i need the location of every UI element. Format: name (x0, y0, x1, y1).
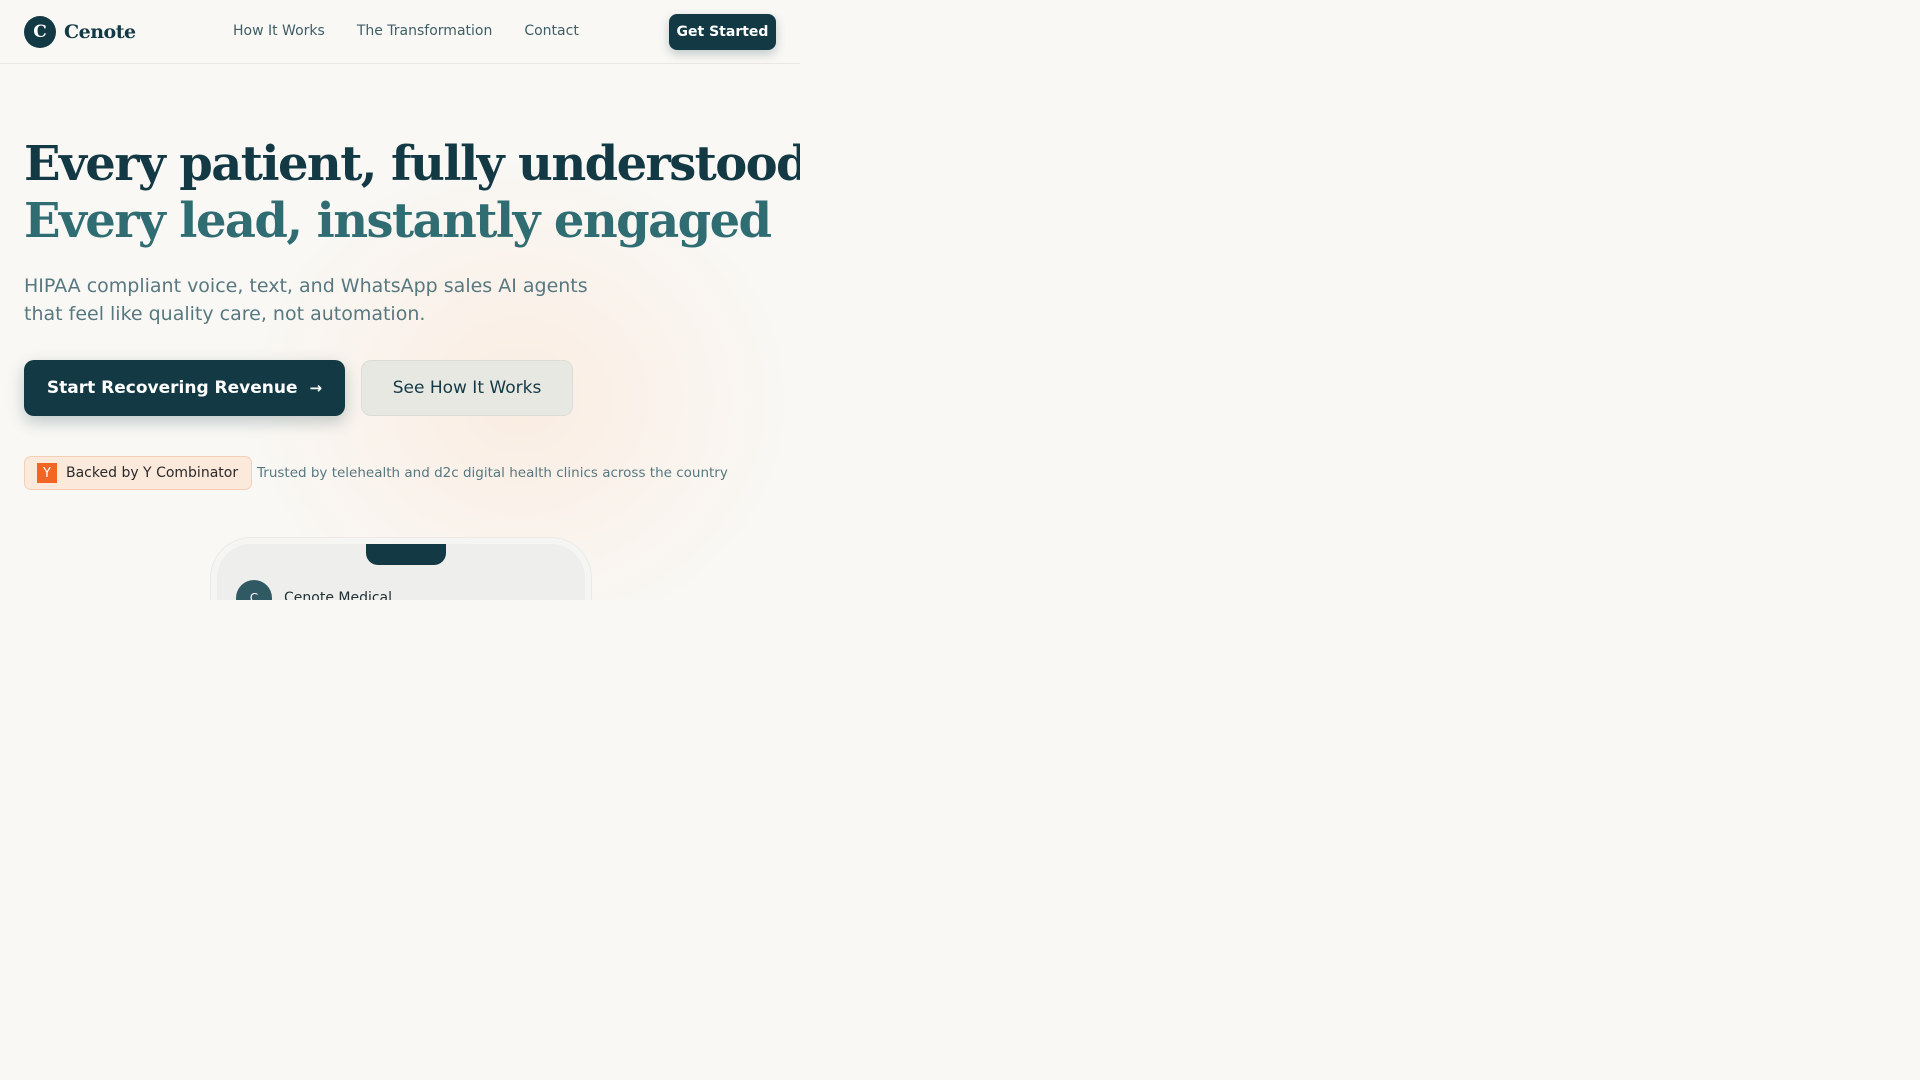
headline-line-2: Every lead, instantly engaged (24, 193, 772, 249)
hero-headline: Every patient, fully understood Every le… (24, 136, 800, 250)
y-combinator-badge-label: Backed by Y Combinator (66, 465, 239, 481)
chat-contact-name: Cenote Medical (284, 590, 393, 600)
nav-link-the-transformation[interactable]: The Transformation (357, 23, 493, 39)
chat-contact-avatar: C (236, 580, 272, 600)
arrow-right-icon: → (309, 379, 323, 397)
see-how-it-works-button[interactable]: See How It Works (361, 360, 573, 416)
nav-link-contact[interactable]: Contact (524, 23, 578, 39)
hero-subheadline: HIPAA compliant voice, text, and WhatsAp… (24, 272, 588, 328)
subheadline-line-2: that feel like quality care, not automat… (24, 303, 426, 325)
phone-mockup: C Cenote Medical (211, 538, 591, 600)
logo-wordmark: Cenote (64, 21, 136, 43)
start-recovering-revenue-button[interactable]: Start Recovering Revenue → (24, 360, 345, 416)
subheadline-line-1: HIPAA compliant voice, text, and WhatsAp… (24, 275, 588, 297)
phone-screen: C Cenote Medical (217, 544, 585, 600)
page-viewport: C Cenote How It Works The Transformation… (0, 0, 800, 600)
logo[interactable]: C Cenote (24, 16, 136, 48)
get-started-button[interactable]: Get Started (669, 14, 776, 50)
trust-statement: Trusted by telehealth and d2c digital he… (257, 465, 728, 481)
phone-notch (366, 544, 446, 565)
y-combinator-logo-icon: Y (37, 463, 57, 483)
nav-links: How It Works The Transformation Contact (233, 23, 611, 39)
nav-link-how-it-works[interactable]: How It Works (233, 23, 325, 39)
secondary-cta-label: See How It Works (392, 378, 542, 398)
headline-line-1: Every patient, fully understood (24, 136, 800, 192)
navbar: C Cenote How It Works The Transformation… (0, 0, 800, 64)
y-combinator-badge: Y Backed by Y Combinator (24, 456, 253, 490)
logo-mark-icon: C (24, 16, 56, 48)
primary-cta-label: Start Recovering Revenue (46, 378, 298, 398)
